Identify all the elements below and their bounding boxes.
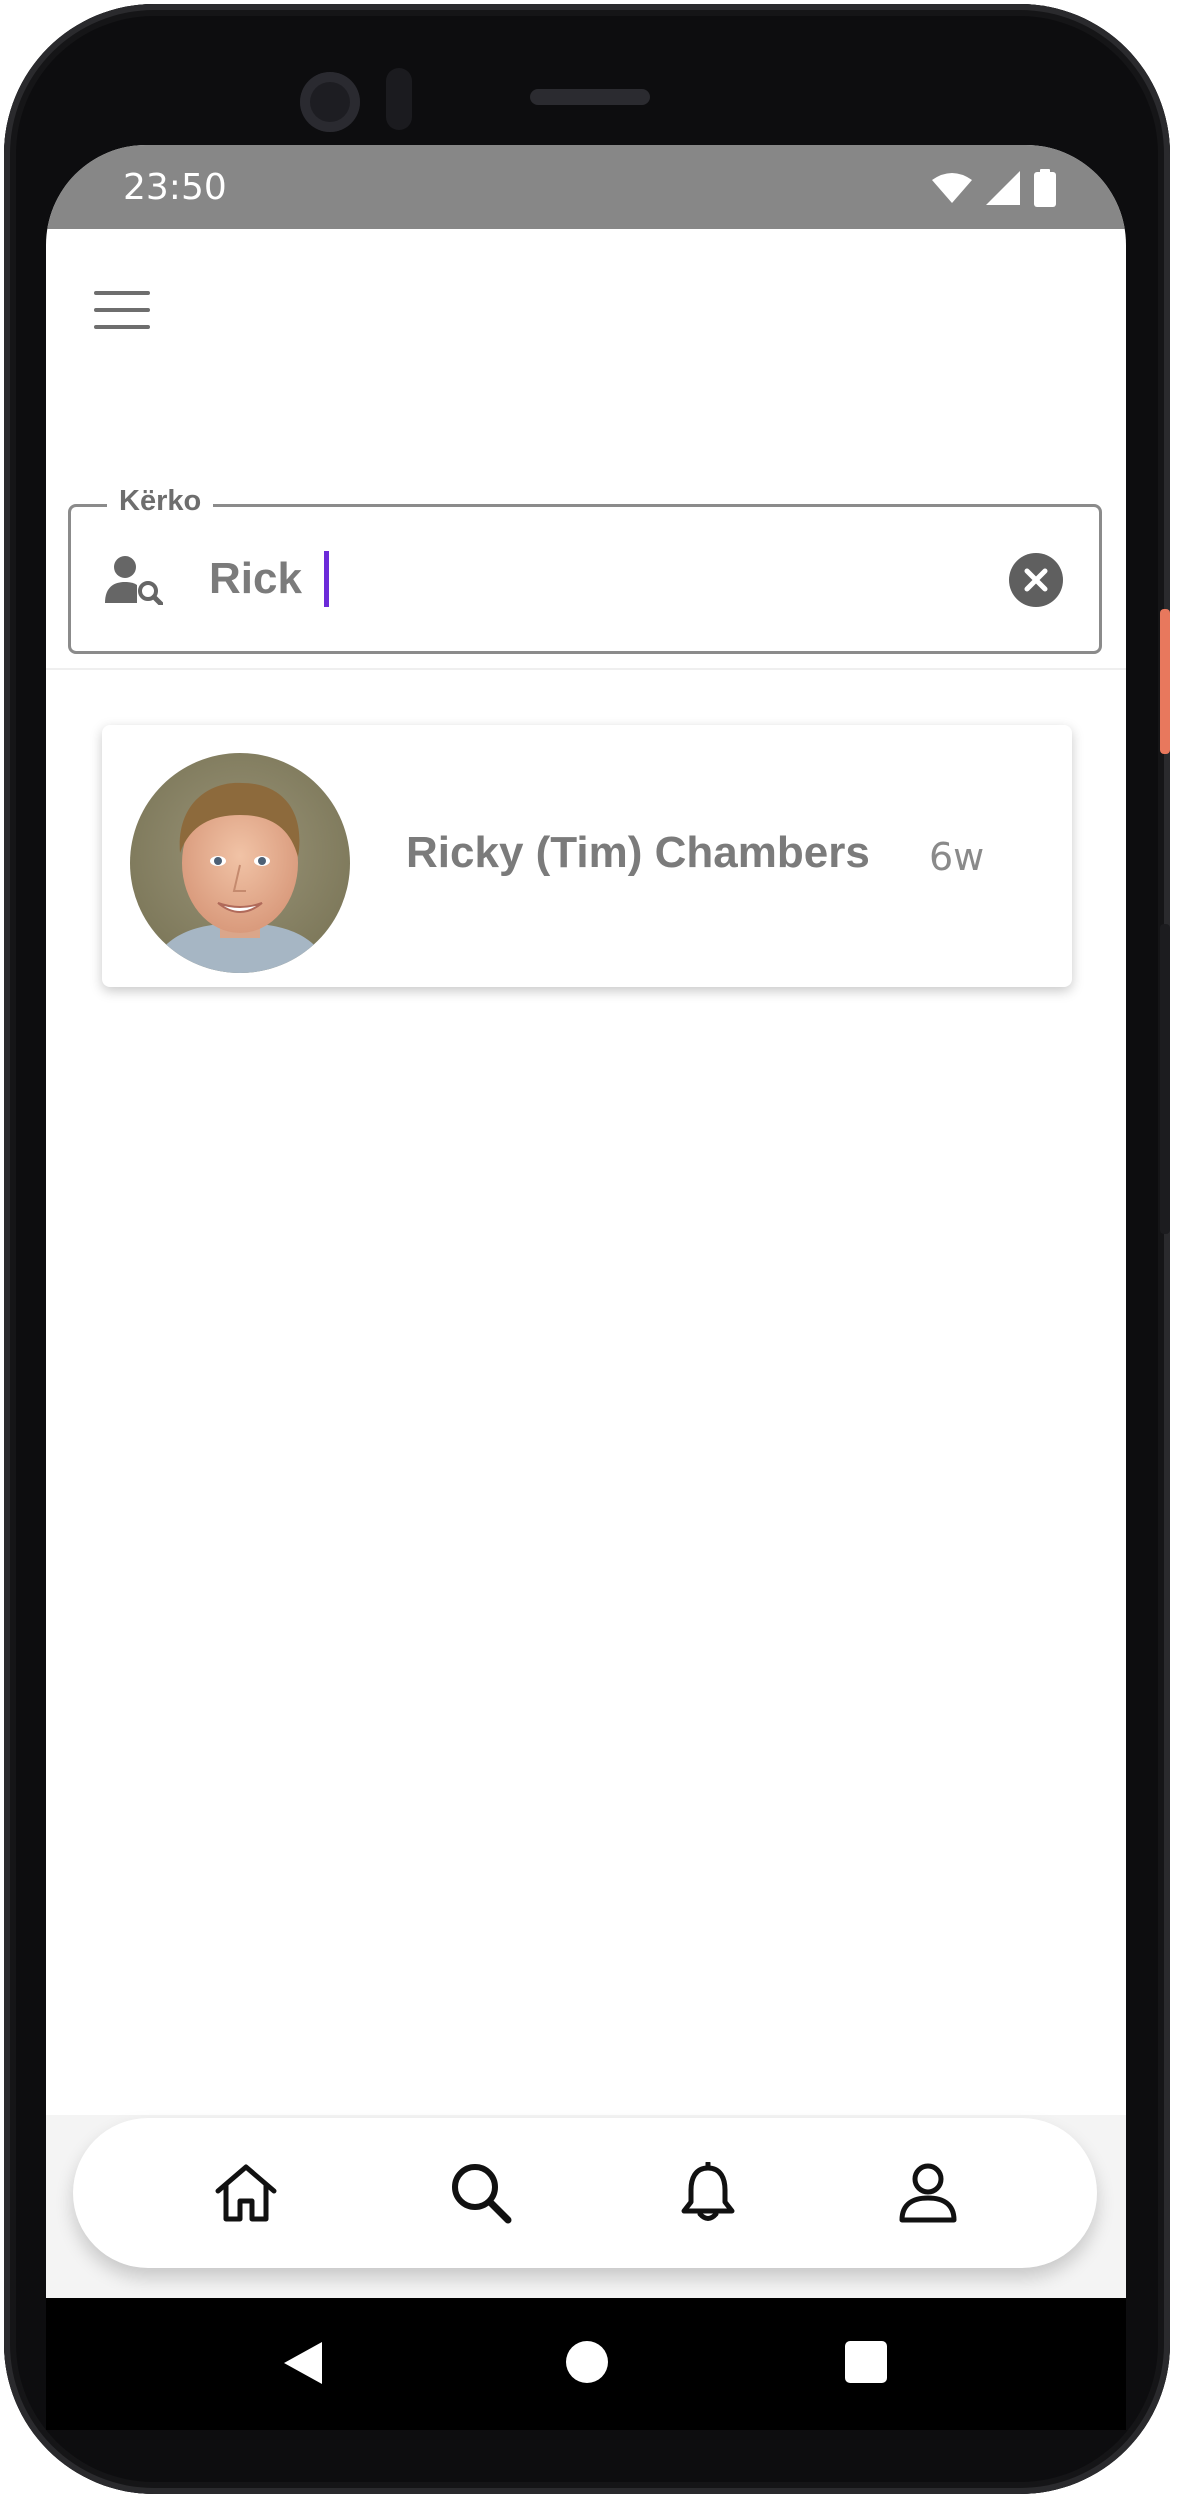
- back-icon[interactable]: [282, 2340, 324, 2386]
- power-button: [1160, 609, 1170, 754]
- wifi-icon: [932, 173, 972, 203]
- menu-line: [94, 291, 150, 295]
- result-name: Ricky (Tim) Chambers: [406, 828, 870, 877]
- bell-icon: [681, 2162, 735, 2221]
- search-result-item[interactable]: Ricky (Tim) Chambers 6w: [102, 725, 1072, 987]
- person-search-icon: [105, 556, 163, 605]
- menu-line: [94, 308, 150, 312]
- nav-notifications-button[interactable]: [673, 2158, 743, 2228]
- nav-profile-button[interactable]: [893, 2158, 963, 2228]
- status-bar: 23:50: [46, 145, 1126, 229]
- search-label: Kërko: [107, 485, 214, 518]
- earpiece-speaker: [530, 89, 650, 105]
- person-avatar-photo: [130, 753, 350, 973]
- battery-icon: [1034, 169, 1056, 207]
- nav-search-button[interactable]: [446, 2158, 516, 2228]
- profile-icon: [899, 2163, 957, 2223]
- search-input[interactable]: [209, 547, 909, 611]
- search-field[interactable]: Kërko: [68, 485, 1102, 654]
- status-icons: [932, 169, 1056, 207]
- status-time: 23:50: [123, 167, 227, 208]
- result-time: 6w: [929, 835, 985, 879]
- home-circle-icon[interactable]: [566, 2341, 608, 2383]
- close-icon: [1024, 568, 1048, 592]
- bottom-navigation: [73, 2118, 1097, 2268]
- search-icon: [452, 2164, 512, 2224]
- avatar: [130, 753, 350, 973]
- front-camera: [300, 72, 360, 132]
- recents-square-icon[interactable]: [845, 2341, 887, 2383]
- hamburger-menu-icon[interactable]: [94, 285, 150, 335]
- cellular-signal-icon: [986, 171, 1020, 205]
- proximity-sensor: [386, 68, 412, 130]
- home-icon: [215, 2164, 277, 2222]
- divider: [46, 668, 1126, 670]
- volume-button: [1160, 924, 1170, 1234]
- menu-line: [94, 325, 150, 329]
- app-screen: 23:50 Kërko Rick Ricky (Tim) Chambers 6w: [46, 145, 1126, 2430]
- clear-icon[interactable]: [1009, 553, 1063, 607]
- system-navigation-bar: [46, 2298, 1126, 2430]
- nav-home-button[interactable]: [211, 2158, 281, 2228]
- text-caret: [324, 551, 329, 607]
